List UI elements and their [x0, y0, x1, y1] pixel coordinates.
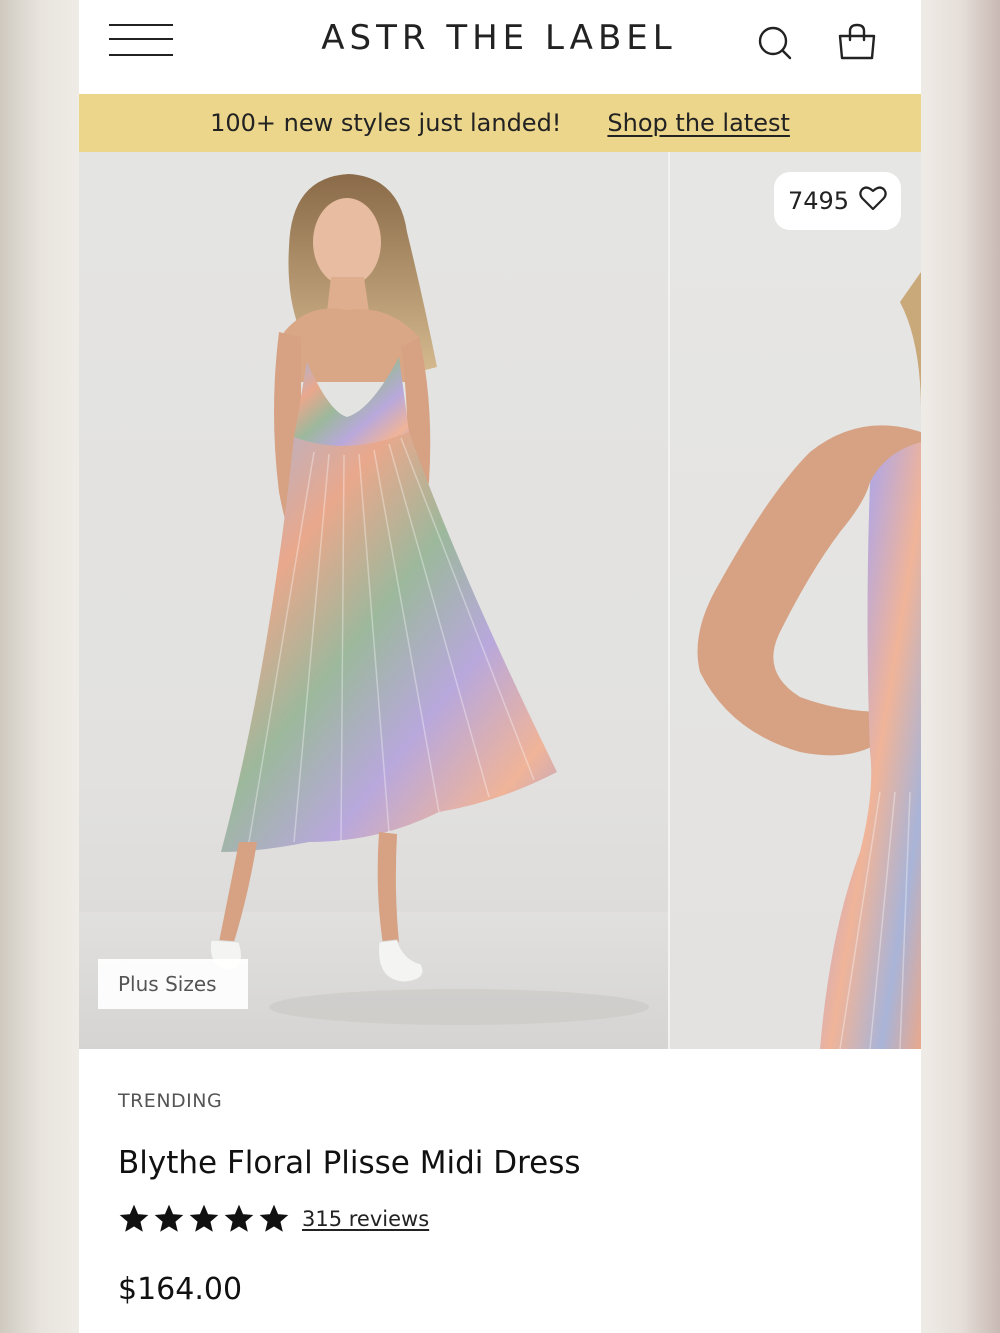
star-icon: [189, 1204, 219, 1232]
like-button[interactable]: 7495: [774, 172, 901, 230]
product-title: Blythe Floral Plisse Midi Dress: [118, 1145, 581, 1181]
product-image-gallery[interactable]: 7495 Plus Sizes: [79, 152, 921, 1049]
site-header: ASTR THE LABEL: [79, 0, 921, 94]
product-photo-closeup[interactable]: [670, 152, 921, 1049]
like-count: 7495: [787, 187, 850, 215]
star-icon: [154, 1204, 184, 1232]
shop-latest-link[interactable]: Shop the latest: [607, 109, 789, 137]
star-icon: [224, 1204, 254, 1232]
product-photo-front[interactable]: [79, 152, 668, 1049]
heart-icon: [859, 185, 887, 217]
star-icon: [259, 1204, 289, 1232]
star-icon: [119, 1204, 149, 1232]
product-rating: 315 reviews: [118, 1204, 429, 1234]
brand-logo[interactable]: ASTR THE LABEL: [279, 18, 719, 58]
plus-sizes-tag[interactable]: Plus Sizes: [98, 959, 248, 1009]
promo-banner: 100+ new styles just landed! Shop the la…: [79, 94, 921, 152]
search-icon[interactable]: [757, 24, 793, 60]
reviews-link[interactable]: 315 reviews: [302, 1207, 429, 1231]
star-rating: [118, 1204, 290, 1234]
shopping-bag-icon[interactable]: [837, 22, 877, 62]
product-page: ASTR THE LABEL 100+ new styles just land…: [79, 0, 921, 1333]
product-price: $164.00: [118, 1272, 243, 1307]
promo-message: 100+ new styles just landed!: [210, 109, 562, 137]
hamburger-menu-icon[interactable]: [109, 22, 173, 58]
trending-badge: TRENDING: [118, 1090, 223, 1112]
